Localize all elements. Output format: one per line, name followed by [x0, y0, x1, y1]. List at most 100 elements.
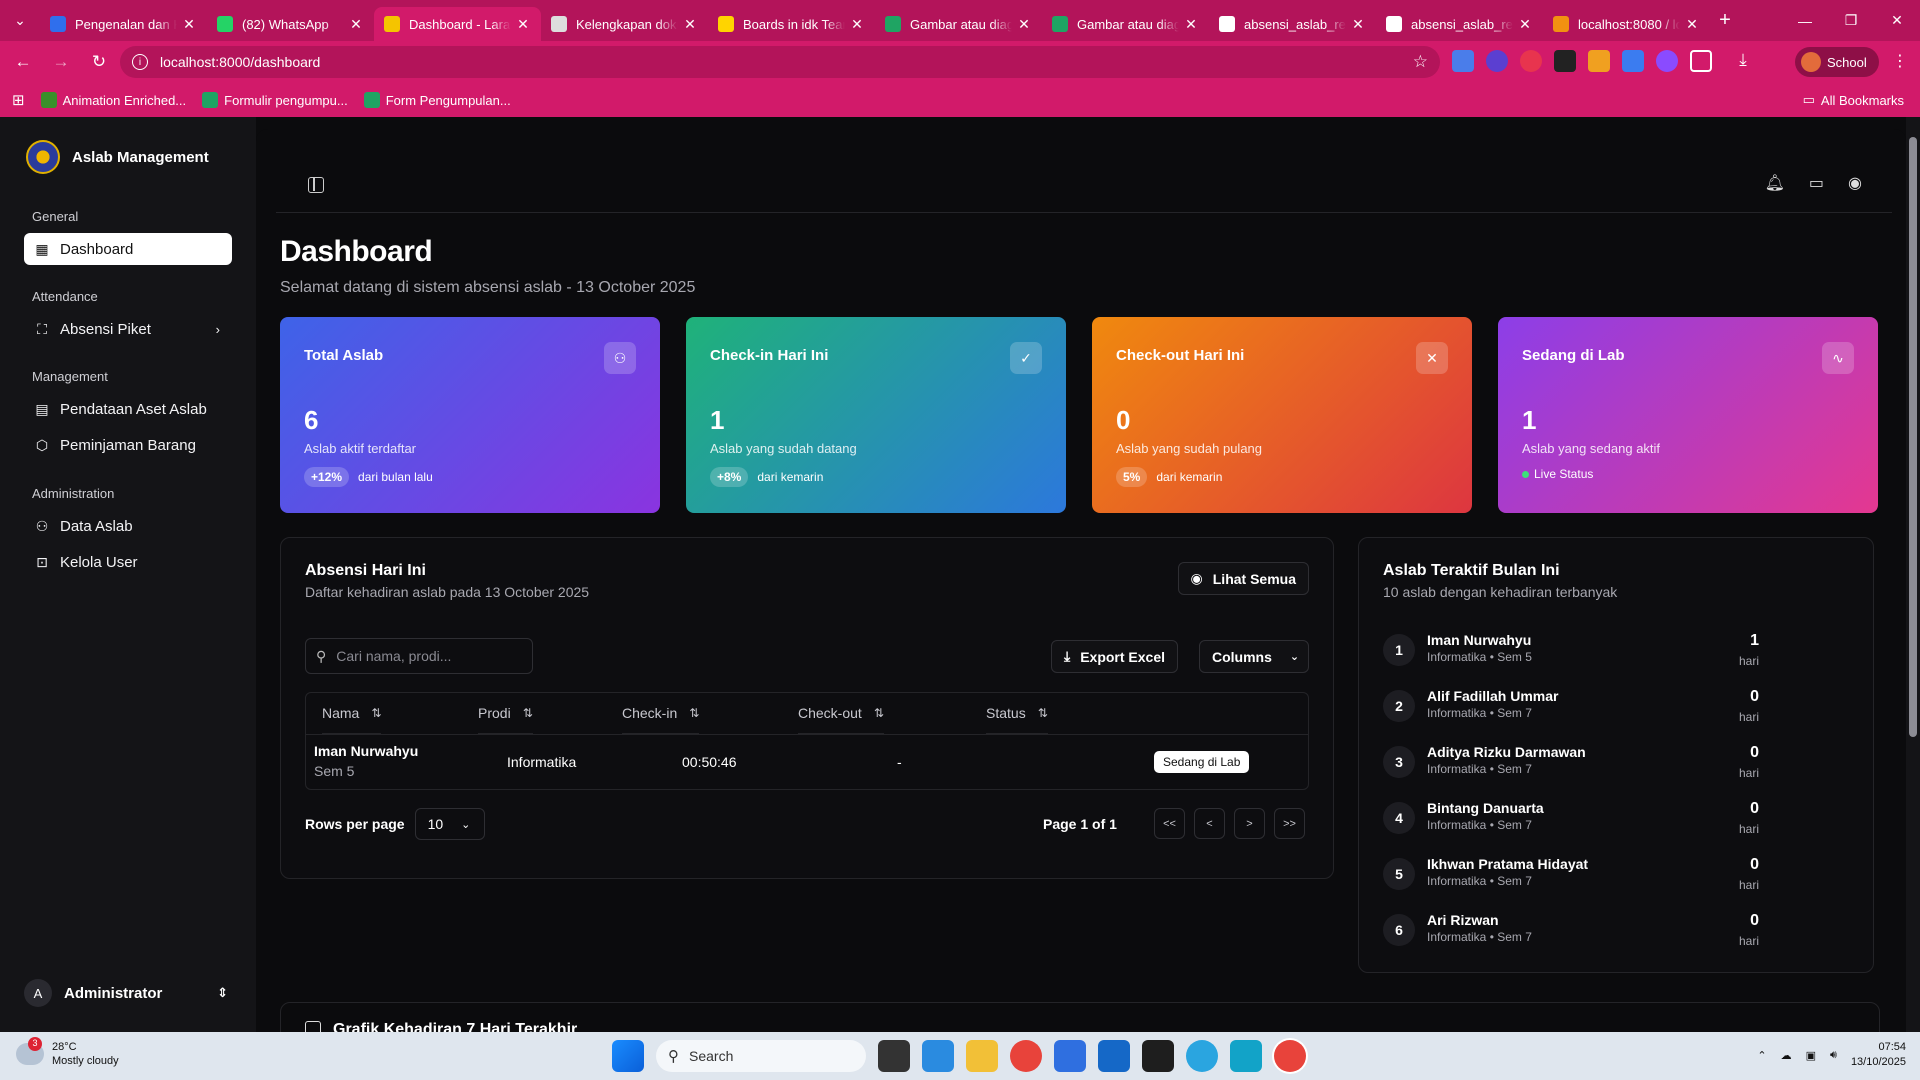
close-tab-icon[interactable]: ✕ [1183, 16, 1199, 33]
column-header[interactable]: Check-out ⇅ [798, 693, 884, 734]
browser-tab[interactable]: absensi_aslab_react✕ [1376, 7, 1543, 41]
list-item[interactable]: 3 Aditya Rizku Darmawan Informatika • Se… [1383, 742, 1759, 782]
reload-icon[interactable]: ↻ [84, 47, 114, 77]
sidebar-item-pendataan-aset[interactable]: ▤ Pendataan Aset Aslab [24, 393, 232, 425]
browser-tab[interactable]: (82) WhatsApp ✕ [207, 7, 374, 41]
first-page-button[interactable]: << [1154, 808, 1185, 839]
prev-page-button[interactable]: < [1194, 808, 1225, 839]
puzzle-icon[interactable] [1690, 50, 1712, 72]
broadcast-icon[interactable]: ◉ [1848, 173, 1862, 193]
all-bookmarks[interactable]: ▭ All Bookmarks [1803, 92, 1904, 108]
extension-icon[interactable] [1588, 50, 1610, 72]
columns-button[interactable]: Columns ⌄ [1199, 640, 1309, 673]
list-item[interactable]: 1 Iman Nurwahyu Informatika • Sem 5 1 ha… [1383, 630, 1759, 670]
browser-tab[interactable]: localhost:8080 / localhost✕ [1543, 7, 1710, 41]
column-header[interactable]: Prodi ⇅ [478, 693, 533, 734]
list-item[interactable]: 5 Ikhwan Pratama Hidayat Informatika • S… [1383, 854, 1759, 894]
rows-per-page-select[interactable]: 10 ⌄ [414, 808, 485, 840]
site-info-icon[interactable]: i [132, 54, 148, 70]
sidebar-item-data-aslab[interactable]: ⚇ Data Aslab [24, 510, 232, 542]
browser-tab[interactable]: Boards in idk Team ✕ [708, 7, 875, 41]
bookmark-item[interactable]: Form Pengumpulan... [363, 92, 511, 108]
bell-icon[interactable]: 🔔︎ [1765, 173, 1785, 193]
sidebar-item-dashboard[interactable]: ▦ Dashboard [24, 233, 232, 265]
profile-button[interactable]: School [1795, 47, 1879, 77]
store-icon[interactable] [1054, 1040, 1086, 1072]
taskbar-search[interactable]: ⚲ Search [656, 1040, 866, 1072]
sidebar-item-absensi-piket[interactable]: ⛶ Absensi Piket › [24, 313, 232, 345]
tab-search-icon[interactable]: ⌄ [0, 0, 40, 41]
browser-tab[interactable]: Gambar atau diagram✕ [875, 7, 1042, 41]
forward-icon[interactable]: → [46, 47, 76, 77]
close-tab-icon[interactable]: ✕ [849, 16, 865, 33]
app-icon[interactable] [1186, 1040, 1218, 1072]
windows-start-icon[interactable] [612, 1040, 644, 1072]
browser-tab[interactable]: Pengenalan dan Kebutuhan✕ [40, 7, 207, 41]
extension-icon[interactable] [1520, 50, 1542, 72]
column-header[interactable]: Nama ⇅ [322, 693, 382, 734]
clock[interactable]: 07:54 13/10/2025 [1851, 1040, 1906, 1071]
bookmark-item[interactable]: Formulir pengumpu... [202, 92, 348, 108]
search-input[interactable]: ⚲ Cari nama, prodi... [305, 638, 533, 674]
browser-tab[interactable]: Dashboard - Laravel✕ [374, 7, 541, 41]
list-item[interactable]: 4 Bintang Danuarta Informatika • Sem 7 0… [1383, 798, 1759, 838]
extension-icon[interactable] [1554, 50, 1576, 72]
outlook-icon[interactable] [1098, 1040, 1130, 1072]
page-scrollbar[interactable] [1906, 117, 1920, 1032]
volume-icon[interactable]: 🔊︎ [1830, 1049, 1837, 1062]
browser-tab[interactable]: Kelengkapan dokumen✕ [541, 7, 708, 41]
close-tab-icon[interactable]: ✕ [1684, 16, 1700, 33]
bookmark-item[interactable]: Animation Enriched... [40, 92, 186, 108]
restore-icon[interactable]: ❐ [1828, 0, 1874, 41]
close-tab-icon[interactable]: ✕ [682, 16, 698, 33]
list-item[interactable]: 2 Alif Fadillah Ummar Informatika • Sem … [1383, 686, 1759, 726]
chrome-active-icon[interactable] [1274, 1040, 1306, 1072]
view-all-button[interactable]: ◉ Lihat Semua [1177, 562, 1309, 595]
monitor-icon[interactable]: ▭ [1809, 173, 1824, 193]
file-icon[interactable] [878, 1040, 910, 1072]
browser-menu-icon[interactable]: ⋮ [1892, 51, 1908, 71]
new-tab-button[interactable]: + [1710, 9, 1740, 32]
close-tab-icon[interactable]: ✕ [1517, 16, 1533, 33]
list-item[interactable]: 6 Ari Rizwan Informatika • Sem 7 0 hari [1383, 910, 1759, 950]
close-window-icon[interactable]: ✕ [1874, 0, 1920, 41]
close-tab-icon[interactable]: ✕ [1350, 16, 1366, 33]
sidebar-item-kelola-user[interactable]: ⊡ Kelola User [24, 546, 232, 578]
extension-icon[interactable] [1656, 50, 1678, 72]
chevron-up-icon[interactable]: ⌃ [1757, 1049, 1766, 1062]
edge-icon[interactable] [1230, 1040, 1262, 1072]
browser-tab[interactable]: absensi_aslab_react✕ [1209, 7, 1376, 41]
column-header[interactable]: Status ⇅ [986, 693, 1048, 734]
sidebar-toggle-icon[interactable] [308, 177, 324, 193]
close-tab-icon[interactable]: ✕ [1016, 16, 1032, 33]
back-icon[interactable]: ← [8, 47, 38, 77]
download-icon[interactable]: ⤓ [1732, 50, 1754, 72]
scrollbar-thumb[interactable] [1909, 137, 1917, 737]
column-header[interactable]: Check-in ⇅ [622, 693, 700, 734]
last-page-button[interactable]: >> [1274, 808, 1305, 839]
vscode-icon[interactable] [922, 1040, 954, 1072]
user-menu[interactable]: A Administrator ⇕ [24, 975, 236, 1011]
close-tab-icon[interactable]: ✕ [348, 16, 364, 33]
folder-icon[interactable] [966, 1040, 998, 1072]
extension-icon[interactable] [1486, 50, 1508, 72]
export-excel-button[interactable]: ⤓ Export Excel [1051, 640, 1179, 673]
next-page-button[interactable]: > [1234, 808, 1265, 839]
brand[interactable]: Aslab Management [26, 140, 209, 174]
extension-icon[interactable] [1452, 50, 1474, 72]
extension-icon[interactable] [1622, 50, 1644, 72]
chrome-icon[interactable] [1010, 1040, 1042, 1072]
minimize-icon[interactable]: — [1782, 0, 1828, 41]
url-bar[interactable]: i localhost:8000/dashboard ☆ [120, 46, 1440, 78]
table-row[interactable]: Iman Nurwahyu Sem 5 Informatika 00:50:46… [306, 734, 1308, 790]
close-tab-icon[interactable]: ✕ [181, 16, 197, 33]
apps-grid-icon[interactable]: ⊞ [12, 91, 25, 109]
close-tab-icon[interactable]: ✕ [515, 16, 531, 33]
sidebar-item-peminjaman[interactable]: ⬡ Peminjaman Barang [24, 429, 232, 461]
figma-icon[interactable] [1142, 1040, 1174, 1072]
network-icon[interactable]: ▣ [1806, 1049, 1816, 1062]
onedrive-icon[interactable]: ☁ [1781, 1049, 1792, 1062]
weather-widget[interactable]: 3 28°C Mostly cloudy [16, 1037, 119, 1069]
browser-tab[interactable]: Gambar atau diagram✕ [1042, 7, 1209, 41]
bookmark-star-icon[interactable]: ☆ [1413, 52, 1428, 72]
